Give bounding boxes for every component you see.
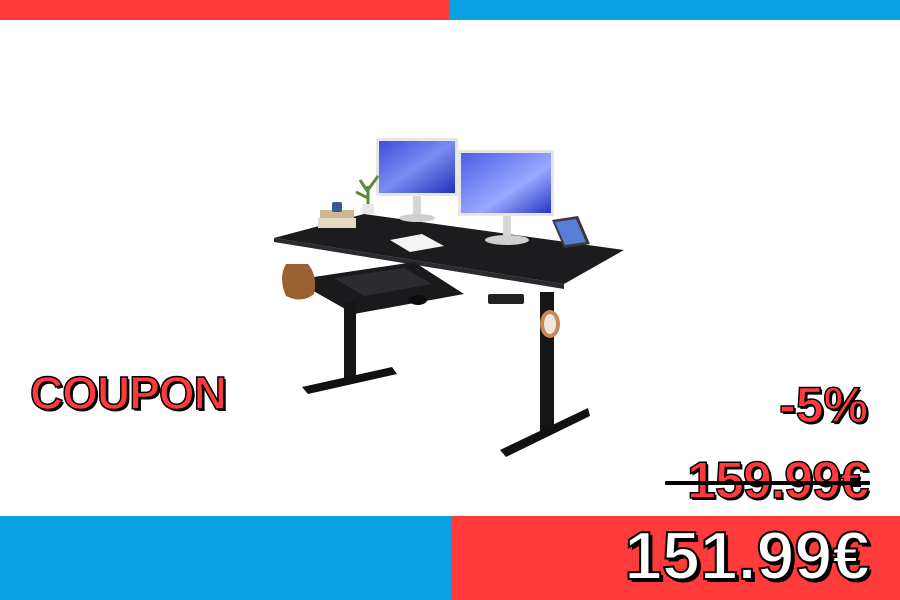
new-price: 151.99€ [623, 518, 871, 594]
old-price-strikethrough [665, 481, 870, 485]
product-image-standing-desk [274, 138, 624, 457]
top-stripe-red [0, 0, 449, 20]
top-stripe-blue [449, 0, 900, 20]
bottom-band-blue [0, 516, 451, 600]
discount-label: -5% [778, 377, 868, 433]
coupon-label: COUPON [29, 367, 227, 419]
